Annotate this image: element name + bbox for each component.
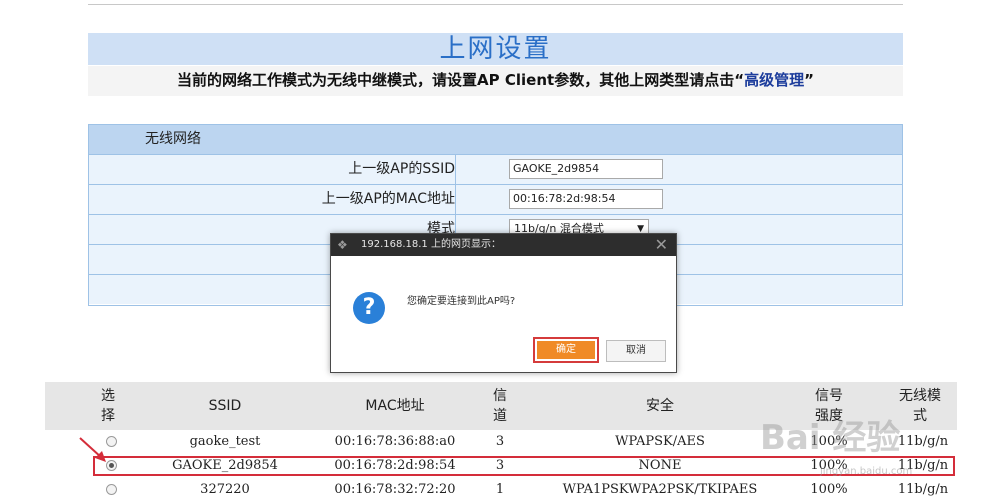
title-band: 上网设置 xyxy=(88,33,903,65)
ap-signal: 100% xyxy=(810,434,848,449)
ap-security: WPAPSK/AES xyxy=(615,434,705,449)
close-icon[interactable]: ✕ xyxy=(655,234,668,256)
confirm-dialog: ❖ 192.168.18.1 上的网页显示： ✕ ? 您确定要连接到此AP吗? … xyxy=(330,233,677,373)
confirm-button[interactable]: 确定 xyxy=(533,337,599,363)
dialog-titlebar: ❖ 192.168.18.1 上的网页显示： ✕ xyxy=(331,234,676,256)
browser-logo-icon: ❖ xyxy=(337,238,348,252)
ap-list-table: 选 择 SSID MAC地址 信 道 安全 信号 强度 无线模 式 gaoke_… xyxy=(45,382,957,502)
question-icon: ? xyxy=(353,292,385,324)
col-mac: MAC地址 xyxy=(365,398,425,414)
mac-row: 上一级AP的MAC地址 00:16:78:2d:98:54 xyxy=(89,185,902,215)
ssid-row: 上一级AP的SSID GAOKE_2d9854 xyxy=(89,155,902,185)
advanced-management-link[interactable]: 高级管理 xyxy=(744,71,804,89)
top-divider xyxy=(88,4,903,5)
ap-table-header: 选 择 SSID MAC地址 信 道 安全 信号 强度 无线模 式 xyxy=(45,382,957,430)
ap-mode: 11b/g/n xyxy=(897,434,949,449)
ssid-label: 上一级AP的SSID xyxy=(89,155,456,184)
mac-label: 上一级AP的MAC地址 xyxy=(89,185,456,214)
dialog-message: 您确定要连接到此AP吗? xyxy=(407,296,516,307)
ap-mac: 00:16:78:32:72:20 xyxy=(334,482,456,497)
red-arrow-annotation xyxy=(79,437,106,462)
ap-security: WPA1PSKWPA2PSK/TKIPAES xyxy=(562,482,758,497)
col-signal: 信号 强度 xyxy=(815,388,843,424)
ap-row-selected[interactable]: GAOKE_2d9854 00:16:78:2d:98:54 3 NONE 10… xyxy=(45,454,957,478)
ap-ssid: gaoke_test xyxy=(189,434,261,449)
ap-mode: 11b/g/n xyxy=(897,458,949,473)
ap-signal: 100% xyxy=(810,458,848,473)
mode-notice: 当前的网络工作模式为无线中继模式，请设置AP Client参数，其他上网类型请点… xyxy=(88,66,903,96)
col-select: 选 择 xyxy=(101,388,115,424)
ap-ssid: GAOKE_2d9854 xyxy=(172,458,278,473)
ssid-input[interactable]: GAOKE_2d9854 xyxy=(509,159,663,179)
confirm-button-label: 确定 xyxy=(537,341,595,359)
ap-row[interactable]: gaoke_test 00:16:78:36:88:a0 3 WPAPSK/AE… xyxy=(45,430,957,454)
ap-channel: 1 xyxy=(495,482,505,497)
mode-notice-suffix: ” xyxy=(804,71,814,89)
ap-radio[interactable] xyxy=(105,484,117,495)
ap-security: NONE xyxy=(638,458,682,473)
mode-notice-text: 当前的网络工作模式为无线中继模式，请设置AP Client参数，其他上网类型请点… xyxy=(177,71,745,89)
panel-header: 无线网络 xyxy=(89,125,902,155)
col-ssid: SSID xyxy=(208,398,242,414)
col-channel: 信 道 xyxy=(493,388,507,424)
dialog-title: 192.168.18.1 上的网页显示： xyxy=(361,239,501,250)
col-security: 安全 xyxy=(646,398,674,414)
mac-input[interactable]: 00:16:78:2d:98:54 xyxy=(509,189,663,209)
page-title: 上网设置 xyxy=(439,34,552,64)
cancel-button[interactable]: 取消 xyxy=(606,340,666,362)
ap-row[interactable]: 327220 00:16:78:32:72:20 1 WPA1PSKWPA2PS… xyxy=(45,478,957,502)
col-mode: 无线模 式 xyxy=(899,388,941,424)
ap-ssid: 327220 xyxy=(200,482,250,497)
ap-mac: 00:16:78:36:88:a0 xyxy=(334,434,456,449)
ap-mac: 00:16:78:2d:98:54 xyxy=(334,458,456,473)
ap-mode: 11b/g/n xyxy=(897,482,949,497)
ap-channel: 3 xyxy=(495,434,505,449)
ap-signal: 100% xyxy=(810,482,848,497)
ap-channel: 3 xyxy=(495,458,505,473)
